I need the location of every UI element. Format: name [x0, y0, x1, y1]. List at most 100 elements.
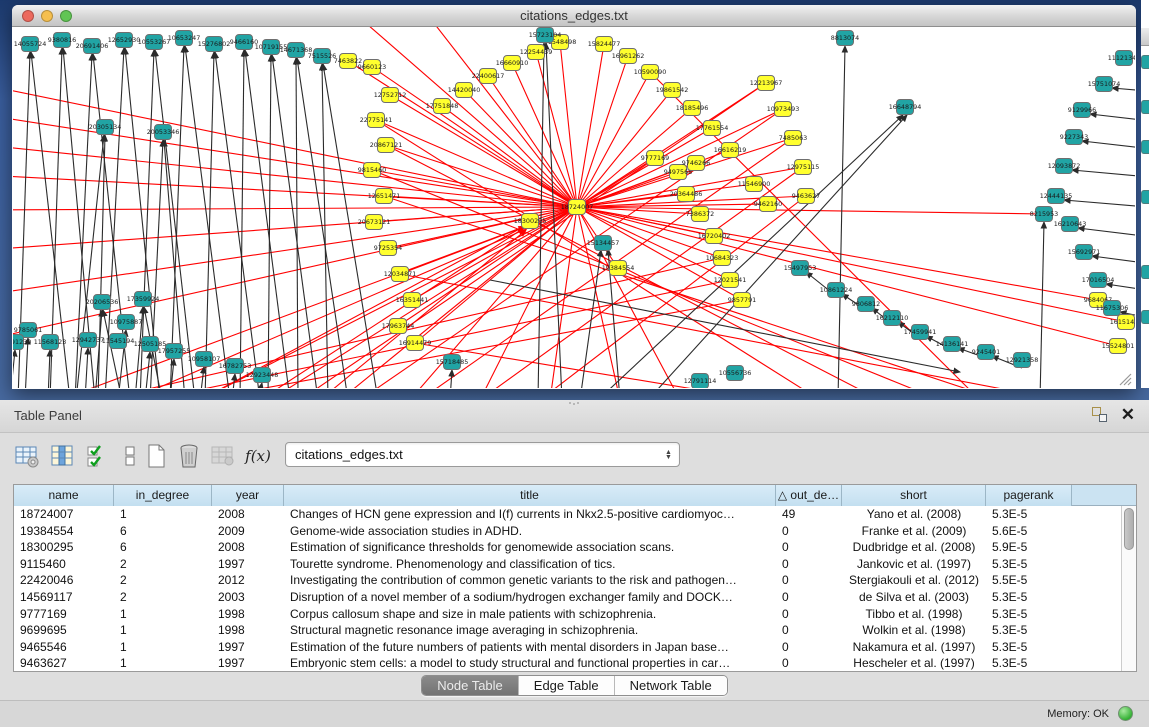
network-node[interactable]: 9815460: [358, 163, 386, 178]
network-node[interactable]: 12444135: [1040, 189, 1073, 204]
network-window-titlebar[interactable]: citations_edges.txt: [12, 5, 1136, 27]
network-node[interactable]: 16351441: [396, 293, 429, 308]
network-node[interactable]: 22400617: [472, 69, 505, 84]
tab-edge-table[interactable]: Edge Table: [518, 676, 614, 695]
network-node[interactable]: 16648794: [889, 100, 922, 115]
network-node[interactable]: 11121341: [1108, 51, 1135, 66]
show-column-icon[interactable]: [47, 441, 77, 471]
network-node[interactable]: 9463627: [792, 189, 820, 204]
network-node[interactable]: 16210643: [1054, 217, 1087, 232]
network-node[interactable]: 17459941: [904, 325, 937, 340]
network-node[interactable]: 15497953: [784, 261, 817, 276]
float-panel-icon[interactable]: [1092, 407, 1107, 422]
table-row[interactable]: 1830029562008Estimation of significance …: [14, 539, 1136, 556]
network-node[interactable]: 16660910: [496, 56, 529, 71]
network-node[interactable]: 14420040: [448, 83, 481, 98]
table-row[interactable]: 977716911998Corpus callosum shape and si…: [14, 606, 1136, 623]
network-canvas[interactable]: 1872400718300295193845541405572493808162…: [13, 27, 1135, 388]
column-header-title[interactable]: title: [284, 485, 776, 506]
network-node[interactable]: 19861542: [656, 83, 689, 98]
table-row[interactable]: 2242004622012Investigating the contribut…: [14, 572, 1136, 589]
network-node[interactable]: 15718485: [436, 355, 469, 370]
table-row[interactable]: 946362711997Embryonic stem cells: a mode…: [14, 655, 1136, 672]
network-node[interactable]: 12213967: [750, 76, 783, 91]
network-node[interactable]: 10590090: [634, 65, 667, 80]
network-node[interactable]: 16720402: [698, 229, 731, 244]
network-node[interactable]: 15524801: [1102, 339, 1135, 354]
network-node[interactable]: 20206536: [86, 295, 119, 310]
network-node[interactable]: 10975887: [110, 315, 143, 330]
network-node[interactable]: 12652930: [108, 33, 141, 48]
column-header-short[interactable]: short: [842, 485, 986, 506]
network-node[interactable]: 17751848: [426, 99, 459, 114]
network-node[interactable]: 12975115: [787, 160, 820, 175]
network-node[interactable]: 14136141: [936, 337, 969, 352]
split-divider-handle[interactable]: [567, 401, 581, 406]
network-node[interactable]: 10861224: [820, 283, 853, 298]
network-node[interactable]: 20053346: [147, 125, 180, 140]
network-node[interactable]: 15824477: [588, 37, 621, 52]
network-node[interactable]: 9380816: [48, 33, 76, 48]
delete-table-icon[interactable]: [208, 441, 238, 471]
network-node[interactable]: 15276802: [198, 37, 231, 52]
network-node[interactable]: 12093872: [1048, 159, 1081, 174]
window-resize-grip[interactable]: [1116, 370, 1132, 386]
network-node[interactable]: 11545194: [102, 334, 135, 349]
network-node[interactable]: 12752712: [374, 88, 407, 103]
table-row[interactable]: 1456911722003Disruption of a novel membe…: [14, 589, 1136, 606]
network-node[interactable]: 9725354: [374, 241, 402, 256]
network-node[interactable]: 12921358: [1006, 353, 1039, 368]
network-node[interactable]: 20867121: [370, 138, 403, 153]
citation-network-graph[interactable]: 1872400718300295193845541405572493808162…: [13, 27, 1135, 388]
network-node[interactable]: 10684323: [706, 251, 739, 266]
new-column-icon[interactable]: [141, 441, 171, 471]
close-panel-icon[interactable]: ✕: [1121, 407, 1135, 422]
network-node[interactable]: 11546900: [738, 177, 771, 192]
network-node[interactable]: 9806812: [852, 297, 880, 312]
network-node[interactable]: 20673121: [358, 215, 391, 230]
delete-column-icon[interactable]: [174, 441, 204, 471]
network-node[interactable]: 14055724: [14, 37, 47, 52]
network-node[interactable]: 17963744: [382, 319, 415, 334]
table-row[interactable]: 969969511998Structural magnetic resonanc…: [14, 622, 1136, 639]
network-node[interactable]: 10553267: [138, 35, 171, 50]
network-node[interactable]: 10556736: [719, 366, 752, 381]
column-header-in-degree[interactable]: in_degree: [114, 485, 212, 506]
network-node[interactable]: 12651471: [368, 189, 401, 204]
network-node[interactable]: 9129966: [1068, 103, 1096, 118]
network-node[interactable]: 17016504: [1082, 273, 1115, 288]
network-node[interactable]: 15751074: [1088, 77, 1121, 92]
column-header-out-degree[interactable]: △ out_de…: [776, 485, 842, 506]
network-node[interactable]: 11568123: [34, 335, 67, 350]
table-scrollbar[interactable]: [1121, 506, 1136, 671]
table-row[interactable]: 946554611997Estimation of the future num…: [14, 639, 1136, 656]
tab-node-table[interactable]: Node Table: [422, 676, 518, 695]
network-node[interactable]: 8813074: [831, 31, 859, 46]
network-node[interactable]: 16151432: [1110, 315, 1135, 330]
select-columns-icon[interactable]: [82, 441, 112, 471]
network-node[interactable]: 10653247: [168, 31, 201, 46]
function-builder-icon[interactable]: f(x): [243, 441, 273, 471]
network-node[interactable]: 15134457: [587, 236, 620, 251]
modify-table-icon[interactable]: [12, 441, 42, 471]
network-node[interactable]: 9227343: [1060, 130, 1088, 145]
tab-network-table[interactable]: Network Table: [614, 676, 727, 695]
table-row[interactable]: 911546021997Tourette syndrome. Phenomeno…: [14, 556, 1136, 573]
network-node[interactable]: 15692971: [1068, 245, 1101, 260]
network-node[interactable]: 10958107: [188, 352, 221, 367]
network-node[interactable]: 16961262: [612, 49, 645, 64]
column-header-name[interactable]: name: [14, 485, 114, 506]
network-node[interactable]: 20691406: [76, 39, 109, 54]
table-row[interactable]: 1872400712008Changes of HCN gene express…: [14, 506, 1136, 523]
network-node[interactable]: 16616219: [714, 143, 747, 158]
table-row[interactable]: 1938455462009Genome-wide association stu…: [14, 523, 1136, 540]
table-source-select[interactable]: citations_edges.txt ▲▼: [285, 442, 680, 467]
column-header-year[interactable]: year: [212, 485, 284, 506]
network-node[interactable]: 20364486: [670, 187, 703, 202]
scrollbar-thumb[interactable]: [1124, 508, 1134, 550]
column-header-pagerank[interactable]: pagerank: [986, 485, 1072, 506]
network-node[interactable]: 9777169: [641, 151, 669, 166]
network-node[interactable]: 12791114: [684, 374, 717, 389]
network-node[interactable]: 7485063: [779, 131, 807, 146]
network-node[interactable]: 12254439: [520, 45, 553, 60]
